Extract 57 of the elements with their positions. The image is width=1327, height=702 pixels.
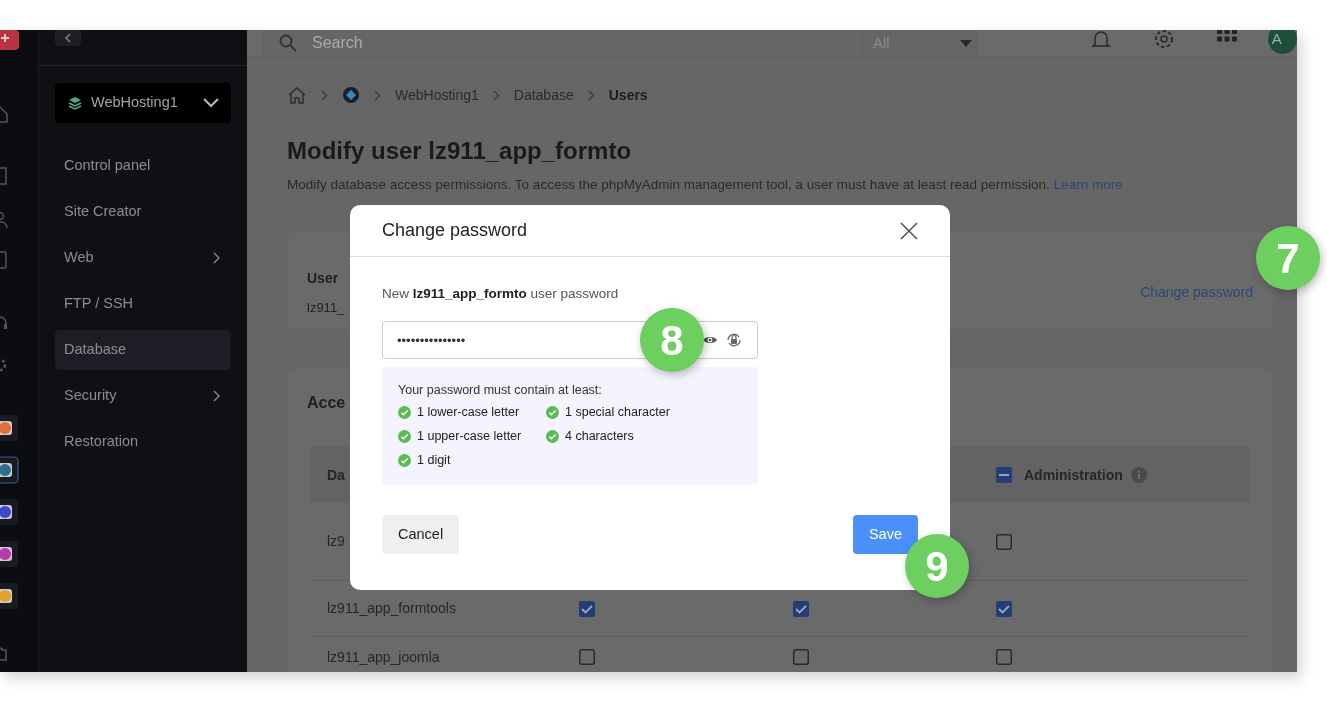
sidebar-item[interactable]: Web [55, 238, 231, 278]
layers-icon [67, 95, 83, 111]
requirement-text: 1 special character [565, 404, 670, 421]
chevron-right-icon [321, 89, 328, 101]
field-label: User [307, 268, 340, 288]
lock-refresh-icon[interactable] [725, 331, 743, 349]
requirement-text: 1 digit [417, 452, 451, 469]
collapse-button[interactable] [55, 30, 81, 46]
search-field[interactable]: Search [262, 30, 862, 56]
checkbox[interactable] [793, 600, 809, 617]
chevron-right-icon [492, 89, 500, 101]
requirements-title: Your password must contain at least: [398, 382, 603, 399]
table-cell: lz911_app_joomla [327, 648, 440, 665]
service-logo-icon[interactable] [342, 86, 360, 104]
chevron-left-icon [64, 33, 72, 43]
field-value: lz911_ [307, 298, 345, 317]
chevron-right-icon [587, 89, 595, 101]
page-title: Modify user lz911_app_formto [287, 136, 633, 166]
sidebar-item[interactable]: Control panel [55, 146, 231, 186]
settings-icon[interactable] [1152, 30, 1175, 50]
field-label: New lz911_app_formto user password [382, 285, 620, 303]
column-header: Da [327, 466, 345, 483]
sidebar-item[interactable]: FTP / SSH [55, 284, 231, 324]
column-header: Administration [1024, 465, 1123, 485]
chevron-right-icon [374, 89, 381, 101]
step-marker: 7 [1256, 226, 1320, 290]
checkbox[interactable] [996, 533, 1012, 550]
eye-icon[interactable] [702, 334, 718, 346]
checkbox[interactable] [996, 600, 1012, 617]
close-icon[interactable] [900, 221, 918, 240]
cancel-button[interactable]: Cancel [382, 515, 460, 554]
user-avatar[interactable]: A [1267, 30, 1297, 54]
section-heading: Acce [307, 393, 346, 413]
info-icon[interactable] [1130, 467, 1147, 483]
checkbox[interactable] [996, 649, 1012, 665]
page-description: Modify database access permissions. To access the phpMyAdmin management tool, a user must have at least read permission. Learn more [287, 176, 1124, 194]
sidebar-item[interactable]: Site Creator [55, 192, 231, 232]
checkbox[interactable] [579, 600, 595, 617]
selector-label: WebHosting1 [91, 93, 179, 113]
requirement-text: 4 characters [565, 428, 634, 445]
checkbox[interactable] [996, 467, 1012, 483]
sidebar-item[interactable]: Database [55, 330, 231, 370]
requirement-text: 1 upper-case letter [417, 428, 522, 445]
hosting-selector[interactable]: WebHosting1 [55, 83, 231, 123]
sidebar-item[interactable]: Restoration [55, 422, 231, 462]
caret-down-icon [959, 39, 972, 47]
chevron-down-icon [203, 98, 219, 108]
table-cell: lz9 [327, 533, 345, 549]
bell-icon[interactable] [1089, 30, 1112, 50]
table-cell: lz911_app_formtools [327, 600, 456, 616]
sidebar-item[interactable]: Security [55, 376, 231, 416]
save-button[interactable]: Save [852, 515, 918, 554]
dialog-title: Change password [382, 219, 528, 242]
search-icon [279, 34, 297, 52]
checkbox[interactable] [793, 649, 809, 665]
requirement-text: 1 lower-case letter [417, 404, 520, 421]
checkbox[interactable] [579, 649, 595, 665]
